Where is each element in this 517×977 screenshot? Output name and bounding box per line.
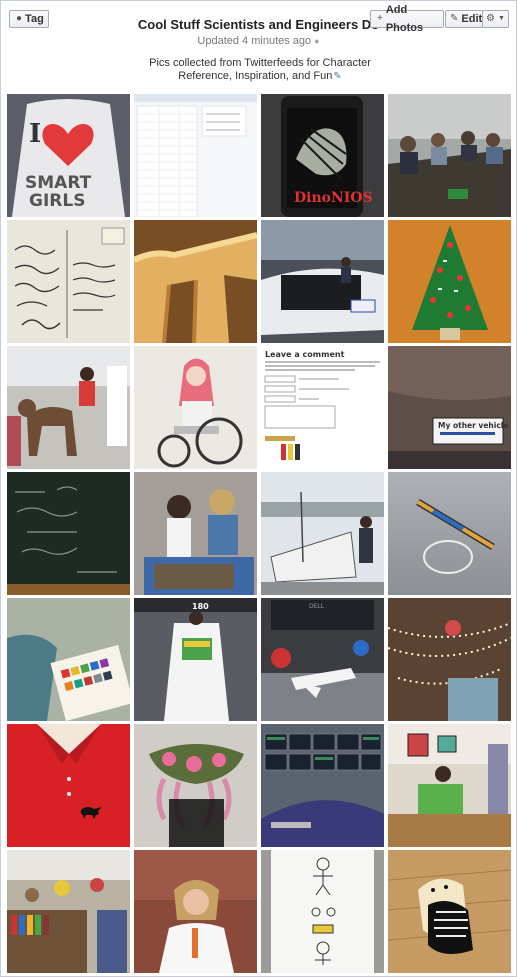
photo-thumbnail[interactable]: My other vehicle — [388, 346, 511, 469]
photo-thumbnail[interactable]: 180 — [134, 598, 257, 721]
edit-description-icon[interactable]: ✎ — [333, 70, 341, 83]
photo-thumbnail[interactable] — [7, 220, 130, 343]
photo-thumbnail[interactable] — [7, 850, 130, 973]
settings-dropdown-button[interactable]: ⚙ ▼ — [482, 10, 509, 28]
add-photos-button[interactable]: + Add Photos — [370, 4, 444, 34]
chevron-down-icon: ▼ — [498, 15, 505, 22]
dino-book-title: DinoNIOS — [294, 190, 373, 206]
photo-thumbnail[interactable] — [261, 472, 384, 595]
photo-thumbnail[interactable] — [7, 724, 130, 847]
photo-thumbnail[interactable] — [134, 94, 257, 217]
svg-text:SMART: SMART — [25, 173, 92, 193]
photo-thumbnail[interactable] — [134, 724, 257, 847]
svg-text:Leave a comment: Leave a comment — [265, 350, 345, 359]
photo-thumbnail[interactable] — [388, 598, 511, 721]
photo-thumbnail[interactable] — [388, 220, 511, 343]
photo-grid: I SMART GIRLS DinoNIOS Leave a comment M… — [7, 94, 511, 973]
photo-thumbnail[interactable] — [134, 346, 257, 469]
photo-thumbnail[interactable] — [134, 850, 257, 973]
updated-timestamp: Updated 4 minutes ago ● — [1, 35, 516, 47]
photo-thumbnail[interactable] — [261, 220, 384, 343]
svg-text:180: 180 — [192, 602, 209, 611]
svg-text:GIRLS: GIRLS — [29, 191, 85, 211]
bumper-sticker-text: My other vehicle — [438, 421, 508, 430]
updated-text[interactable]: Updated 4 minutes ago — [197, 35, 311, 47]
edit-label: Edit — [461, 13, 483, 25]
photo-thumbnail[interactable] — [388, 724, 511, 847]
photo-thumbnail[interactable] — [261, 724, 384, 847]
gear-icon: ⚙ — [486, 13, 496, 24]
photo-thumbnail[interactable]: DinoNIOS — [261, 94, 384, 217]
edit-button[interactable]: ✎ Edit — [445, 10, 483, 28]
plus-icon: + — [377, 13, 383, 24]
photo-thumbnail[interactable] — [388, 850, 511, 973]
photo-thumbnail[interactable]: Leave a comment — [261, 346, 384, 469]
album-frame: ● Tag Cool Stuff Scientists and Engineer… — [0, 0, 517, 977]
globe-icon: ● — [314, 36, 320, 46]
photo-thumbnail[interactable]: I SMART GIRLS — [7, 94, 130, 217]
photo-thumbnail[interactable] — [7, 472, 130, 595]
photo-thumbnail[interactable] — [261, 850, 384, 973]
photo-thumbnail[interactable] — [388, 94, 511, 217]
pencil-icon: ✎ — [450, 13, 459, 24]
photo-thumbnail[interactable] — [388, 472, 511, 595]
photo-thumbnail[interactable] — [134, 220, 257, 343]
photo-thumbnail[interactable] — [134, 472, 257, 595]
svg-text:DELL: DELL — [309, 603, 325, 610]
add-photos-label: Add Photos — [385, 4, 424, 34]
svg-text:I: I — [29, 119, 41, 149]
photo-thumbnail[interactable] — [7, 346, 130, 469]
photo-thumbnail[interactable]: DELL — [261, 598, 384, 721]
album-description: Pics collected from Twitterfeeds for Cha… — [131, 57, 389, 83]
photo-thumbnail[interactable] — [7, 598, 130, 721]
